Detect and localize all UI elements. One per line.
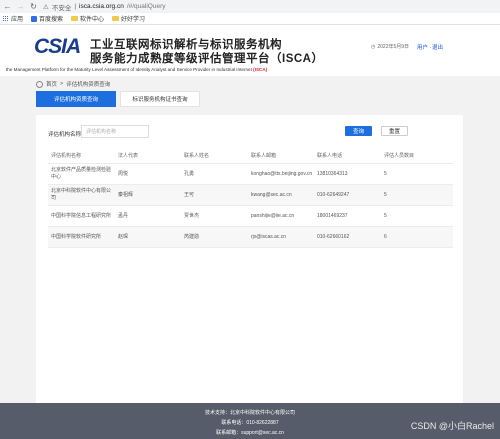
bookmark-label: 好好学习 — [121, 17, 146, 23]
user-link[interactable]: 用户 · — [417, 43, 431, 51]
table-cell: 010-62660162 — [317, 233, 350, 240]
table-row: 北京软件产品质量检测检验中心 周悦 孔勇 konghao@ttx.beijing… — [48, 164, 453, 185]
user-link-label: 用户 — [417, 45, 429, 51]
header-date: ◷ 2022年5月9日 — [371, 43, 410, 51]
subtitle-tag: (ISCA) — [253, 67, 268, 72]
breadcrumb-current: 评估机构资质查询 — [66, 82, 111, 88]
column-header: 评估人员数目 — [384, 152, 415, 159]
breadcrumb: 首页 > 评估机构资质查询 — [36, 80, 110, 88]
back-arrow-icon[interactable]: ← — [2, 1, 13, 12]
bookmark-software-center[interactable]: 软件中心 — [71, 14, 104, 23]
baidu-icon — [31, 15, 38, 22]
search-label: 评估机构名称 — [48, 132, 82, 138]
results-table: 评估机构名称 法人代表 联系人姓名 联系人邮箱 联系人电话 评估人员数目 北京软… — [48, 149, 453, 248]
table-row: 北京中科院软件中心有限公司 秦祖辉 王可 kwang@sec.ac.cn 010… — [48, 185, 453, 206]
bookmark-apps[interactable]: 应用 — [3, 14, 23, 23]
logout-link[interactable]: 退出 — [432, 43, 443, 51]
bookmark-study[interactable]: 好好学习 — [112, 14, 145, 23]
table-cell: 中国科学院软件研究所 — [51, 233, 102, 240]
table-cell: 周悦 — [118, 170, 129, 177]
table-cell: panshijie@iie.ac.cn — [251, 212, 295, 219]
table-cell: 中国科学院信息工程研究所 — [51, 212, 112, 219]
table-cell: 王可 — [184, 191, 195, 198]
table-cell: 孔勇 — [184, 170, 195, 177]
warning-icon: ⚠ — [43, 3, 49, 11]
reset-button[interactable]: 重置 — [381, 126, 408, 136]
table-cell: 010-62649247 — [317, 191, 350, 198]
table-cell: 18001469237 — [317, 212, 348, 219]
column-header: 法人代表 — [118, 152, 139, 159]
date-text: 2022年5月9日 — [377, 44, 410, 50]
forward-arrow-icon[interactable]: → — [15, 1, 26, 12]
footer-tech-support: 技术支持：北京中科院软件中心有限公司 — [204, 410, 295, 416]
table-cell: konghao@ttx.beijing.gov.cn — [251, 170, 313, 177]
column-header: 联系人电话 — [317, 152, 343, 159]
table-cell: kwang@sec.ac.cn — [251, 191, 292, 198]
table-cell: 5 — [384, 212, 387, 219]
table-cell: 北京中科院软件中心有限公司 — [51, 188, 112, 201]
table-header: 评估机构名称 法人代表 联系人姓名 联系人邮箱 联系人电话 评估人员数目 — [48, 149, 453, 164]
home-icon — [36, 80, 43, 88]
bookmark-baidu[interactable]: 百度搜索 — [31, 14, 63, 23]
table-cell: 贾世杰 — [184, 212, 200, 219]
url-host: isca.csia.org.cn — [79, 3, 124, 10]
platform-title-line2: 服务能力成熟度等级评估管理平台（ISCA） — [90, 53, 324, 65]
logo-text: CSIA — [34, 35, 81, 58]
breadcrumb-home[interactable]: 首页 — [46, 80, 57, 88]
table-cell: 芮建勋 — [184, 233, 200, 240]
bookmark-label: 百度搜索 — [39, 17, 64, 23]
table-cell: 北京软件产品质量检测检验中心 — [51, 167, 112, 180]
column-header: 评估机构名称 — [51, 152, 82, 159]
folder-icon — [112, 16, 120, 21]
table-cell: 5 — [384, 170, 387, 177]
table-cell: 孟丹 — [118, 212, 129, 219]
breadcrumb-separator: > — [60, 81, 64, 87]
table-cell: 5 — [384, 191, 387, 198]
site-header: CSIA 工业互联网标识解析与标识服务机构 服务能力成熟度等级评估管理平台（IS… — [0, 26, 500, 76]
url-divider: | — [74, 3, 77, 10]
security-label: 不安全 — [51, 4, 72, 12]
bookmark-label: 软件中心 — [80, 17, 105, 23]
bookmark-label: 应用 — [11, 17, 24, 23]
column-header: 联系人姓名 — [184, 152, 210, 159]
apps-grid-icon — [3, 15, 9, 22]
table-row: 中国科学院软件研究所 赵琛 芮建勋 rjx@iscas.ac.cn 010-62… — [48, 227, 453, 248]
query-panel: 评估机构名称 评估机构名称 查询 重置 评估机构名称 法人代表 联系人姓名 联系… — [36, 115, 463, 403]
column-header: 联系人邮箱 — [251, 152, 277, 159]
table-cell: 6 — [384, 233, 387, 240]
address-bar[interactable]: ⚠ 不安全 | isca.csia.org.cn/#/qualiQuery — [43, 2, 166, 12]
query-button[interactable]: 查询 — [345, 126, 372, 136]
platform-subtitle: the Management Platform for the Maturity… — [6, 67, 267, 72]
table-cell: 秦祖辉 — [118, 191, 134, 198]
table-cell: 13810364313 — [317, 170, 348, 177]
search-input[interactable]: 评估机构名称 — [81, 125, 149, 138]
table-cell: 赵琛 — [118, 233, 129, 240]
subtitle-text: the Management Platform for the Maturity… — [6, 67, 252, 72]
table-row: 中国科学院信息工程研究所 孟丹 贾世杰 panshijie@iie.ac.cn … — [48, 206, 453, 227]
table-cell: rjx@iscas.ac.cn — [251, 233, 287, 240]
reload-icon[interactable]: ↻ — [28, 1, 39, 12]
tab-qualification-query[interactable]: 评估机构资质查询 — [36, 91, 116, 107]
csia-logo: CSIA — [34, 36, 84, 58]
tab-certificate-query[interactable]: 标识服务机构证书查询 — [120, 91, 200, 107]
folder-icon — [71, 16, 79, 21]
url-path: /#/qualiQuery — [126, 3, 166, 10]
watermark: CSDN @小白Rachel — [410, 421, 494, 431]
bookmarks-bar: 应用 百度搜索 软件中心 好好学习 — [0, 13, 500, 25]
clock-icon: ◷ — [371, 43, 376, 50]
browser-toolbar: ← → ↻ ⚠ 不安全 | isca.csia.org.cn/#/qualiQu… — [0, 0, 500, 13]
